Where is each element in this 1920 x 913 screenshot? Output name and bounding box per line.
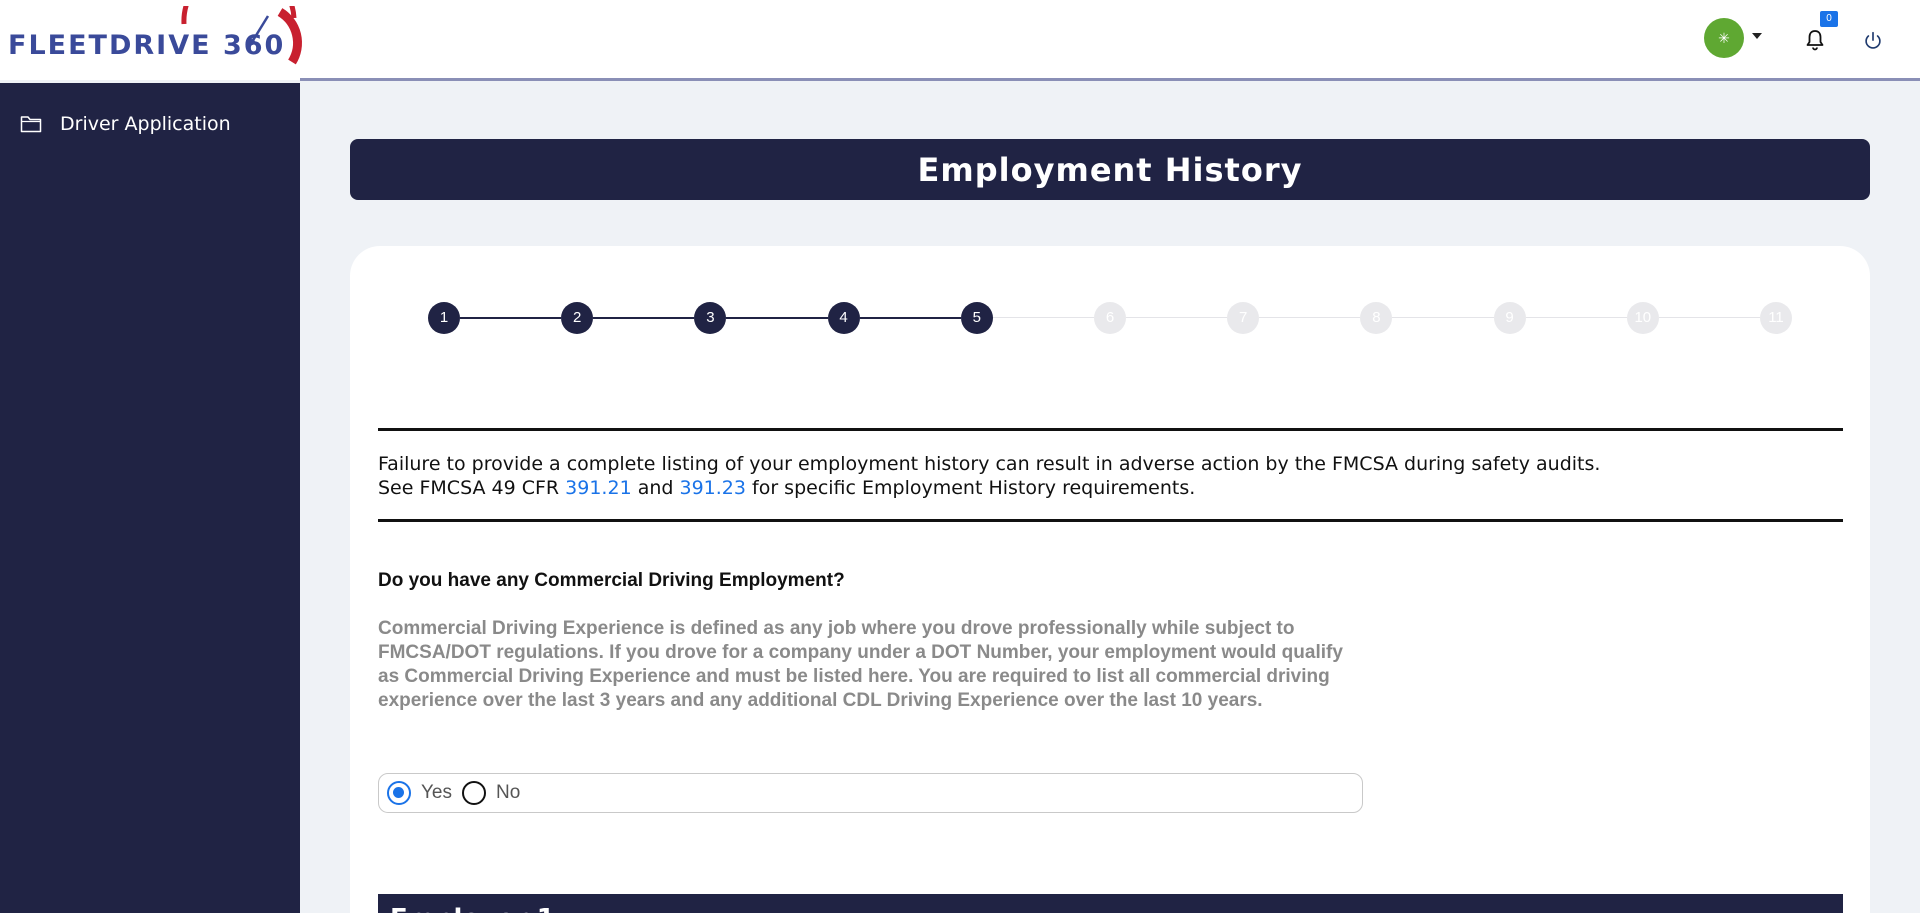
stepper-connector [1126, 317, 1228, 318]
page-header: Employment History [350, 139, 1870, 200]
stepper-connector [1392, 317, 1494, 318]
step-2[interactable]: 2 [561, 302, 594, 334]
bell-icon[interactable] [1803, 28, 1827, 52]
step-6[interactable]: 6 [1094, 302, 1126, 334]
folder-icon [20, 116, 42, 133]
notice-text: for specific Employment History requirem… [745, 477, 1196, 499]
notice-line-2: See FMCSA 49 CFR 391.21 and 391.23 for s… [378, 476, 1843, 500]
progress-stepper: 1 2 3 4 5 6 7 8 9 10 11 [428, 302, 1792, 334]
step-7[interactable]: 7 [1227, 302, 1260, 334]
sidebar-item-label: Driver Application [60, 113, 231, 135]
sidebar: Driver Application [0, 83, 300, 913]
page-title: Employment History [917, 150, 1303, 189]
employment-notice: Failure to provide a complete listing of… [378, 452, 1843, 500]
notification-badge: 0 [1820, 11, 1838, 27]
step-1[interactable]: 1 [428, 302, 460, 334]
cfr-391-21-link[interactable]: 391.21 [565, 477, 631, 499]
sidebar-item-driver-application[interactable]: Driver Application [20, 109, 231, 139]
cfr-391-23-link[interactable]: 391.23 [679, 477, 745, 499]
step-8[interactable]: 8 [1360, 302, 1393, 334]
notice-text: See FMCSA 49 CFR [378, 477, 566, 499]
commercial-driving-radio-group: Yes No [378, 773, 1363, 813]
speedometer-logo-icon [181, 6, 302, 65]
stepper-connector [992, 317, 1094, 318]
radio-option-yes[interactable]: Yes [387, 781, 452, 805]
radio-yes[interactable] [387, 781, 411, 805]
stepper-connector [593, 317, 695, 319]
step-11[interactable]: 11 [1760, 302, 1792, 334]
step-4[interactable]: 4 [827, 302, 860, 334]
radio-no-label: No [496, 782, 521, 803]
topbar-divider [300, 78, 1920, 81]
notice-text: and [631, 477, 680, 499]
power-icon[interactable] [1862, 30, 1884, 52]
radio-no[interactable] [462, 781, 486, 805]
commercial-driving-question: Do you have any Commercial Driving Emplo… [378, 570, 845, 591]
employer-section-title: Employer 1 [390, 904, 555, 913]
chevron-down-icon[interactable] [1752, 33, 1762, 39]
notice-line-1: Failure to provide a complete listing of… [378, 453, 1601, 475]
employer-section-header: Employer 1 [378, 894, 1843, 913]
user-avatar[interactable]: ✳ [1704, 18, 1744, 58]
stepper-connector [726, 317, 828, 319]
fleetdrive-logo[interactable]: FLEETDRIVE 360 [6, 6, 306, 70]
step-5[interactable]: 5 [960, 302, 993, 334]
stepper-connector [859, 317, 961, 319]
step-9[interactable]: 9 [1493, 302, 1526, 334]
step-3[interactable]: 3 [694, 302, 727, 334]
step-10[interactable]: 10 [1626, 302, 1659, 334]
stepper-connector [1259, 317, 1361, 318]
top-bar: FLEETDRIVE 360 ✳ 0 [0, 0, 1920, 80]
commercial-driving-help-text: Commercial Driving Experience is defined… [378, 618, 1343, 711]
stepper-connector [1525, 317, 1627, 318]
divider [378, 519, 1843, 522]
radio-yes-label: Yes [421, 782, 452, 803]
divider [378, 428, 1843, 431]
stepper-connector [1658, 317, 1760, 318]
radio-option-no[interactable]: No [462, 781, 520, 805]
stepper-connector [460, 317, 562, 319]
